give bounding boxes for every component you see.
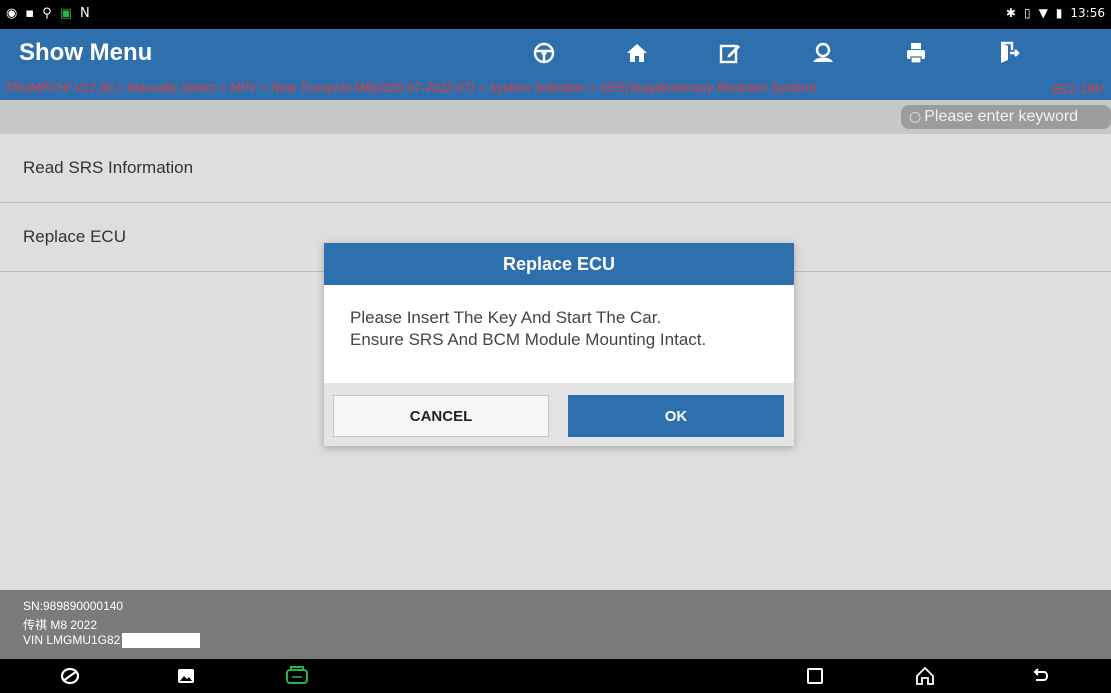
steering-wheel-button[interactable]	[497, 32, 590, 74]
home-nav-icon[interactable]	[914, 665, 936, 693]
dialog-title: Replace ECU	[324, 243, 794, 285]
user-icon	[812, 42, 833, 62]
back-icon[interactable]	[1030, 665, 1052, 693]
breadcrumb-bar: TRUMPCHI V12.30 > Manually Select > MPV …	[0, 78, 1111, 100]
bluetooth-icon: ✱	[1005, 6, 1016, 20]
edit-report-icon	[719, 44, 740, 64]
search-icon: ○	[909, 109, 922, 125]
steering-wheel-icon	[533, 42, 554, 64]
dialog-actions: CANCEL OK	[324, 383, 794, 446]
battery-icon: ▮	[1055, 6, 1063, 20]
vpn-icon: ▣	[59, 6, 72, 21]
wifi-icon: ▼	[1038, 6, 1048, 20]
title-bar: Show Menu	[0, 29, 1111, 78]
recents-icon[interactable]	[805, 665, 825, 693]
vin-redaction	[122, 633, 201, 649]
vci-icon[interactable]	[284, 665, 310, 693]
cancel-button[interactable]: CANCEL	[333, 395, 549, 437]
search-strip: ○ Please enter keyword	[0, 100, 1111, 134]
menu-item-read-srs-information[interactable]: Read SRS Information	[0, 134, 1111, 203]
device-info-footer: SN:989890000140 传祺 M8 2022 VIN LMGMU1G82	[0, 590, 1111, 659]
ok-button[interactable]: OK	[568, 395, 784, 437]
print-icon	[906, 43, 925, 64]
exit-button[interactable]	[962, 32, 1055, 74]
navigation-bar	[0, 659, 1111, 693]
menu-item-label: Replace ECU	[23, 227, 126, 246]
dialog-message: Please Insert The Key And Start The Car.…	[350, 307, 706, 351]
menu-item-label: Read SRS Information	[23, 158, 194, 177]
user-button[interactable]	[776, 32, 869, 74]
vehicle-model: 传祺 M8 2022	[23, 618, 98, 632]
home-button[interactable]	[590, 32, 683, 74]
search-placeholder: Please enter keyword	[924, 108, 1079, 125]
car-battery-icon: ⊟	[1050, 81, 1062, 96]
print-button[interactable]	[869, 32, 962, 74]
exit-icon	[1000, 41, 1020, 63]
home-icon	[626, 44, 647, 62]
vin-line: VIN LMGMU1G82	[23, 633, 201, 649]
vibrate-icon: ▯	[1023, 6, 1031, 20]
page-title: Show Menu	[19, 39, 153, 66]
serial-number: SN:989890000140	[23, 599, 124, 613]
replace-ecu-dialog: Replace ECU Please Insert The Key And St…	[324, 243, 794, 446]
edit-report-button[interactable]	[683, 32, 776, 74]
image-icon: ▪	[25, 6, 35, 21]
battery-voltage: ⊟12.19V	[1050, 81, 1103, 96]
usb-icon: ⚲	[42, 6, 52, 21]
dialog-message-line-2: Ensure SRS And BCM Module Mounting Intac…	[350, 330, 707, 349]
dialog-message-line-1: Please Insert The Key And Start The Car.	[350, 308, 662, 327]
vin-text: VIN LMGMU1G82	[23, 633, 121, 647]
browser-icon[interactable]	[59, 665, 81, 693]
search-input[interactable]: ○ Please enter keyword	[901, 105, 1111, 129]
app-icon: ◉	[6, 6, 18, 21]
n-icon: N	[79, 6, 90, 21]
breadcrumb: TRUMPCHI V12.30 > Manually Select > MPV …	[4, 81, 817, 95]
gallery-icon[interactable]	[175, 665, 197, 693]
clock: 13:56	[1070, 6, 1105, 20]
status-bar: ◉ ▪ ⚲ ▣ N ✱ ▯ ▼ ▮ 13:56	[0, 0, 1111, 29]
